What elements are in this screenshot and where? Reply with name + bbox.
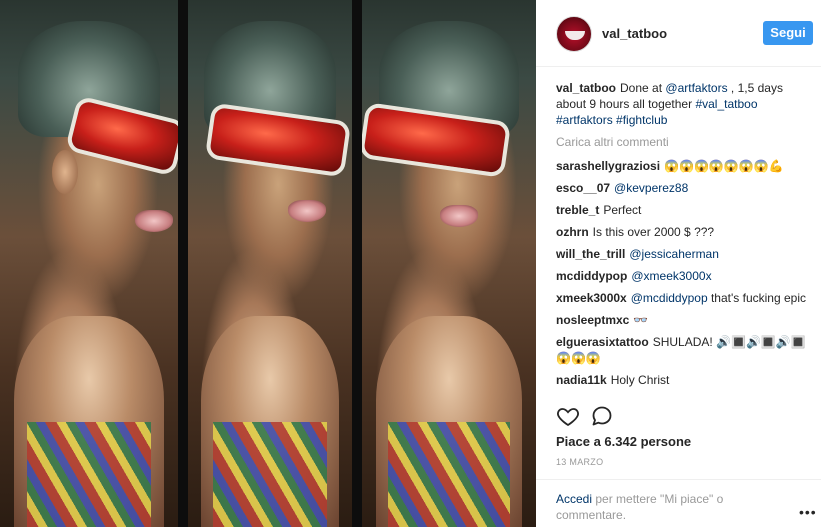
comment-username[interactable]: esco__07 xyxy=(556,181,610,195)
comment: treble_t Perfect xyxy=(556,203,642,217)
tattoo-panel-middle xyxy=(188,0,352,527)
comment-username[interactable]: mcdiddypop xyxy=(556,269,627,283)
comment-username[interactable]: xmeek3000x xyxy=(556,291,627,305)
comment-username[interactable]: elguerasixtattoo xyxy=(556,335,649,349)
hashtag-link[interactable]: #val_tatboo xyxy=(695,97,757,111)
comment-username[interactable]: nadia11k xyxy=(556,373,607,387)
caption-username[interactable]: val_tatboo xyxy=(556,81,616,95)
comment: xmeek3000x @mcdiddypop that's fucking epi… xyxy=(556,291,806,305)
mention-link[interactable]: @mcdiddypop xyxy=(631,291,708,305)
panel-divider xyxy=(352,0,362,527)
username-link[interactable]: val_tatboo xyxy=(602,26,667,41)
login-prompt: Accedi per mettere "Mi piace" o commenta… xyxy=(556,492,724,522)
likes-count[interactable]: Piace a 6.342 persone xyxy=(556,434,691,449)
comment: will_the_trill @jessicaherman xyxy=(556,246,806,262)
follow-button[interactable]: Segui xyxy=(763,21,813,45)
hashtag-link[interactable]: #fightclub xyxy=(616,113,667,127)
comment-footer: Accedi per mettere "Mi piace" o commenta… xyxy=(536,479,821,527)
login-link[interactable]: Accedi xyxy=(556,492,592,506)
tattoo-panel-right xyxy=(362,0,536,527)
comment-icon[interactable] xyxy=(590,404,614,428)
comment-username[interactable]: will_the_trill xyxy=(556,247,625,261)
mention-link[interactable]: @artfaktors xyxy=(665,81,727,95)
heart-icon[interactable] xyxy=(556,404,580,428)
panel-divider xyxy=(178,0,188,527)
comment-username[interactable]: ozhrn xyxy=(556,225,589,239)
comment-username[interactable]: sarashellygraziosi xyxy=(556,159,660,173)
caption: val_tatboo Done at @artfaktors , 1,5 days… xyxy=(556,81,783,127)
comment: nadia11k Holy Christ xyxy=(556,373,670,387)
comment: ozhrn Is this over 2000 $ ??? xyxy=(556,225,715,239)
avatar[interactable] xyxy=(556,16,592,52)
comments-list[interactable]: val_tatboo Done at @artfaktors , 1,5 days… xyxy=(556,80,806,396)
comment: esco__07 @kevperez88 xyxy=(556,180,806,196)
post-sidebar: val_tatboo Segui val_tatboo Done at @artf… xyxy=(536,0,821,527)
comment: sarashellygraziosi 😱😱😱😱😱😱😱💪 xyxy=(556,159,784,173)
comment: mcdiddypop @xmeek3000x xyxy=(556,268,806,284)
comments-fade xyxy=(556,390,806,396)
post-header: val_tatboo Segui xyxy=(536,0,821,67)
comment: nosleeptmxc 👓 xyxy=(556,313,649,327)
instagram-post: val_tatboo Segui val_tatboo Done at @artf… xyxy=(0,0,821,527)
hashtag-link[interactable]: #artfaktors xyxy=(556,113,613,127)
mention-link[interactable]: @kevperez88 xyxy=(614,181,688,195)
comment: elguerasixtattoo SHULADA! 🔊🔳🔊🔳🔊🔳😱😱😱 xyxy=(556,335,806,365)
comment-username[interactable]: nosleeptmxc xyxy=(556,313,629,327)
more-options-icon[interactable]: ••• xyxy=(799,504,817,520)
tattoo-panel-left xyxy=(0,0,178,527)
mention-link[interactable]: @jessicaherman xyxy=(629,247,719,261)
mention-link[interactable]: @xmeek3000x xyxy=(631,269,711,283)
comment-username[interactable]: treble_t xyxy=(556,203,599,217)
action-bar xyxy=(556,404,806,430)
post-photo[interactable] xyxy=(0,0,536,527)
post-date[interactable]: 13 MARZO xyxy=(556,457,603,467)
load-more-comments[interactable]: Carica altri commenti xyxy=(556,134,806,150)
